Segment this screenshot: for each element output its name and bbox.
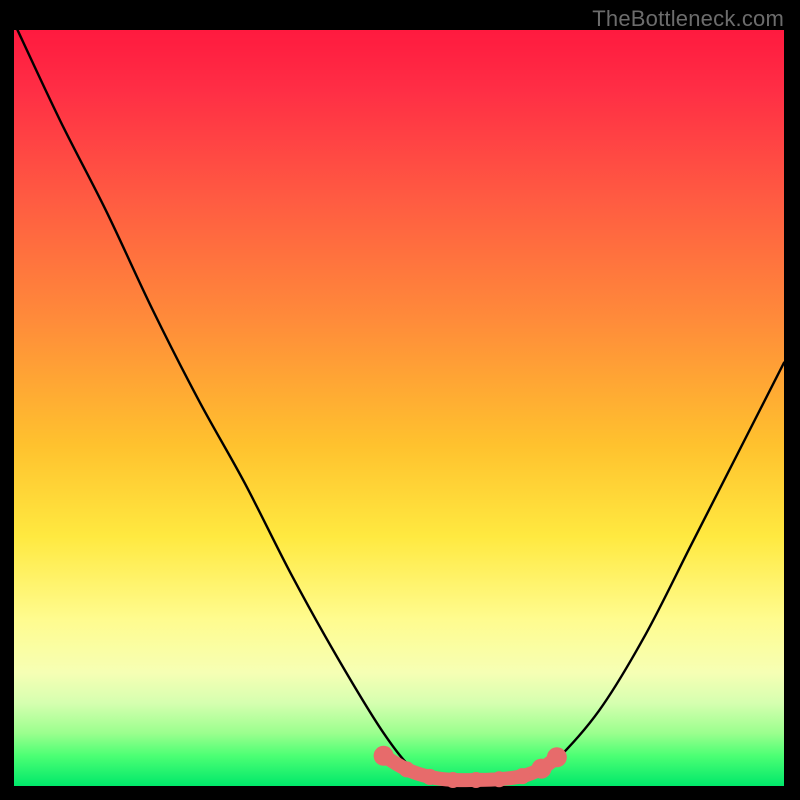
- curve-layer: [14, 30, 784, 786]
- chart-frame: TheBottleneck.com: [0, 0, 800, 800]
- highlight-dot: [445, 772, 461, 788]
- highlight-dot: [399, 761, 415, 777]
- highlight-dot: [422, 769, 438, 785]
- highlight-dot: [547, 747, 567, 767]
- bottleneck-curve: [14, 22, 784, 782]
- highlight-dot: [514, 768, 530, 784]
- watermark-text: TheBottleneck.com: [592, 6, 784, 32]
- plot-area: [14, 30, 784, 786]
- highlight-dot: [491, 771, 507, 787]
- highlight-dot: [468, 772, 484, 788]
- highlight-dot: [374, 746, 394, 766]
- flat-minimum-dots: [374, 746, 567, 788]
